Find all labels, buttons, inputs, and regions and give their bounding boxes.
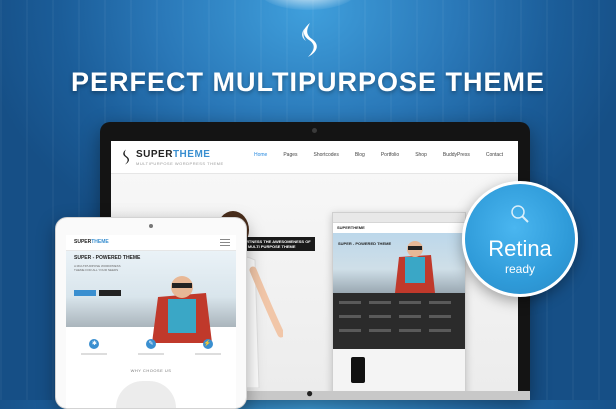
site-logo-theme: THEME [172,149,211,160]
hero-tag-line2: A MULTI PURPOSE THEME [244,244,296,249]
site-tagline: MULTIPURPOSE WORDPRESS THEME [136,161,224,166]
browser-feature-row [339,301,459,305]
tablet-feature-icons: ✱ ✎ ⚡ [66,332,236,364]
tablet-primary-button[interactable] [74,290,96,296]
tablet-screen: SUPERTHEME SUPER - POWERED THEME A MULTI… [66,235,236,408]
pencil-icon: ✎ [145,339,156,349]
browser-dark-section [333,293,465,349]
flame-logo-icon [302,23,317,57]
tablet-secondary-button[interactable] [99,290,121,296]
feature-item: ⚡ [188,332,228,364]
retina-subtitle: ready [504,262,536,276]
apple-logo-icon: ● [306,386,314,400]
monitor-camera [312,128,317,133]
tablet-hero [66,251,236,343]
site-logo[interactable]: SUPERTHEME [136,149,210,160]
magnifier-icon [511,205,529,223]
browser-feature-row [339,329,459,333]
browser-hero-title: SUPER - POWERED THEME [338,241,392,246]
hamburger-menu-icon[interactable] [220,239,230,246]
page-headline: PERFECT MULTIPURPOSE THEME [70,67,546,97]
browser-toolbar [333,213,465,223]
feature-item: ✎ [131,332,171,364]
bolt-icon: ⚡ [202,339,213,349]
tablet-hero-title: SUPER - POWERED THEME [74,255,141,261]
tablet-device: SUPERTHEME SUPER - POWERED THEME A MULTI… [55,217,247,409]
gear-icon: ✱ [89,339,100,349]
browser-site-hero: SUPER - POWERED THEME [333,233,465,293]
browser-site-header: SUPERTHEME [333,223,465,233]
phone-mockup-image [351,357,365,383]
tablet-hero-subtitle: A MULTIPURPOSE WORDPRESS THEME FOR ALL Y… [74,264,121,272]
retina-title: Retina [488,236,552,261]
nav-item-contact[interactable]: Contact [486,152,503,158]
nav-item-home[interactable]: Home [254,152,267,158]
tablet-site-logo[interactable]: SUPERTHEME [74,239,109,245]
browser-mockup: SUPERTHEME SUPER - POWERED THEME [332,212,466,393]
tablet-bottom-image [116,381,176,408]
nav-item-blog[interactable]: Blog [355,152,365,158]
hero-tag: WITNESS THE AWESOMENESS OF A MULTI PURPO… [240,237,315,251]
superhero-boy-image [395,241,435,293]
feature-item: ✱ [74,332,114,364]
site-logo-icon [123,149,129,165]
tablet-site-header: SUPERTHEME [66,235,236,251]
tablet-logo-super: SUPER [74,239,92,245]
browser-site-logo: SUPERTHEME [337,225,365,230]
site-logo-super: SUPER [136,149,173,160]
tablet-camera [149,224,153,228]
nav-item-shortcodes[interactable]: Shortcodes [314,152,339,158]
site-nav: Home Pages Shortcodes Blog Portfolio Sho… [254,152,503,158]
nav-item-buddypress[interactable]: BuddyPress [443,152,470,158]
tablet-why-title: WHY CHOOSE US [130,368,172,373]
browser-light-section [333,349,465,393]
retina-badge: Retina ready [462,181,578,297]
tablet-logo-theme: THEME [91,239,109,245]
nav-item-pages[interactable]: Pages [283,152,297,158]
browser-feature-row [339,315,459,319]
site-header: SUPERTHEME MULTIPURPOSE WORDPRESS THEME … [111,141,518,174]
nav-item-shop[interactable]: Shop [415,152,427,158]
nav-item-portfolio[interactable]: Portfolio [381,152,399,158]
